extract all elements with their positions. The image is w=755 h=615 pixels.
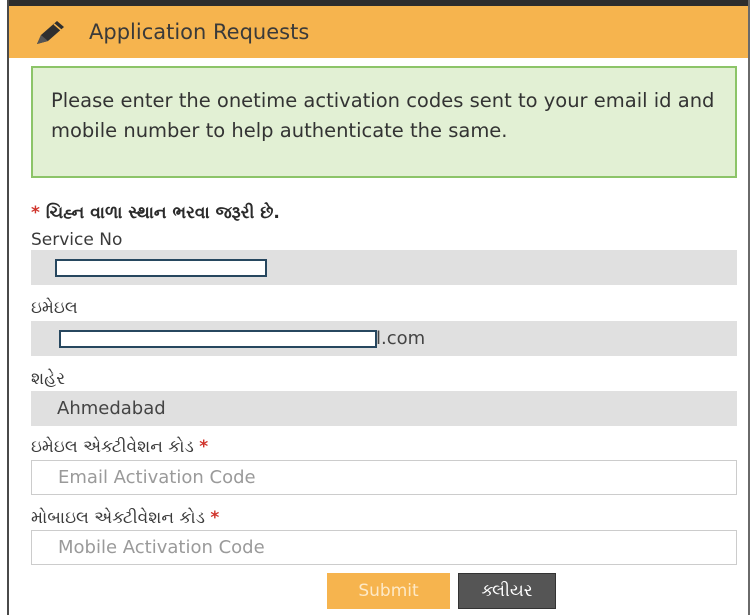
mobile-activation-code-input[interactable]: Mobile Activation Code <box>31 530 737 565</box>
mobile-code-placeholder: Mobile Activation Code <box>58 537 265 558</box>
service-no-field <box>31 250 737 285</box>
email-value-suffix: l.com <box>376 328 426 349</box>
redacted-email <box>59 330 377 348</box>
service-no-label: Service No <box>31 230 123 250</box>
email-field: l.com <box>31 321 737 356</box>
required-star: * <box>31 203 40 223</box>
email-code-label: ઇમેઇલ એક્ટીવેશન કોડ * <box>31 437 208 457</box>
email-code-label-text: ઇમેઇલ એક્ટીવેશન કોડ <box>31 437 194 457</box>
required-fields-note: * ચિહ્ન વાળા સ્થાન ભરવા જરૂરી છે. <box>31 203 280 223</box>
city-value: Ahmedabad <box>57 398 166 419</box>
left-border <box>7 0 9 615</box>
required-note-text: ચિહ્ન વાળા સ્થાન ભરવા જરૂરી છે. <box>45 203 280 223</box>
submit-button[interactable]: Submit <box>327 573 450 609</box>
panel-header: Application Requests <box>9 0 748 58</box>
redacted-service-no <box>55 259 267 277</box>
email-code-placeholder: Email Activation Code <box>58 467 256 488</box>
pencil-icon <box>33 17 69 47</box>
mobile-code-label-text: મોબાઇલ એક્ટીવેશન કોડ <box>31 508 206 528</box>
clear-button[interactable]: ક્લીયર <box>458 573 556 609</box>
right-border <box>748 0 750 615</box>
panel-title: Application Requests <box>89 20 310 44</box>
email-label: ઇમેઇલ <box>31 298 78 318</box>
email-code-required-star: * <box>199 437 209 457</box>
mobile-code-label: મોબાઇલ એક્ટીવેશન કોડ * <box>31 508 219 528</box>
mobile-code-required-star: * <box>210 508 220 528</box>
email-activation-code-input[interactable]: Email Activation Code <box>31 460 737 495</box>
activation-notice: Please enter the onetime activation code… <box>31 66 737 178</box>
city-field: Ahmedabad <box>31 391 737 426</box>
city-label: શહેર <box>31 369 65 389</box>
